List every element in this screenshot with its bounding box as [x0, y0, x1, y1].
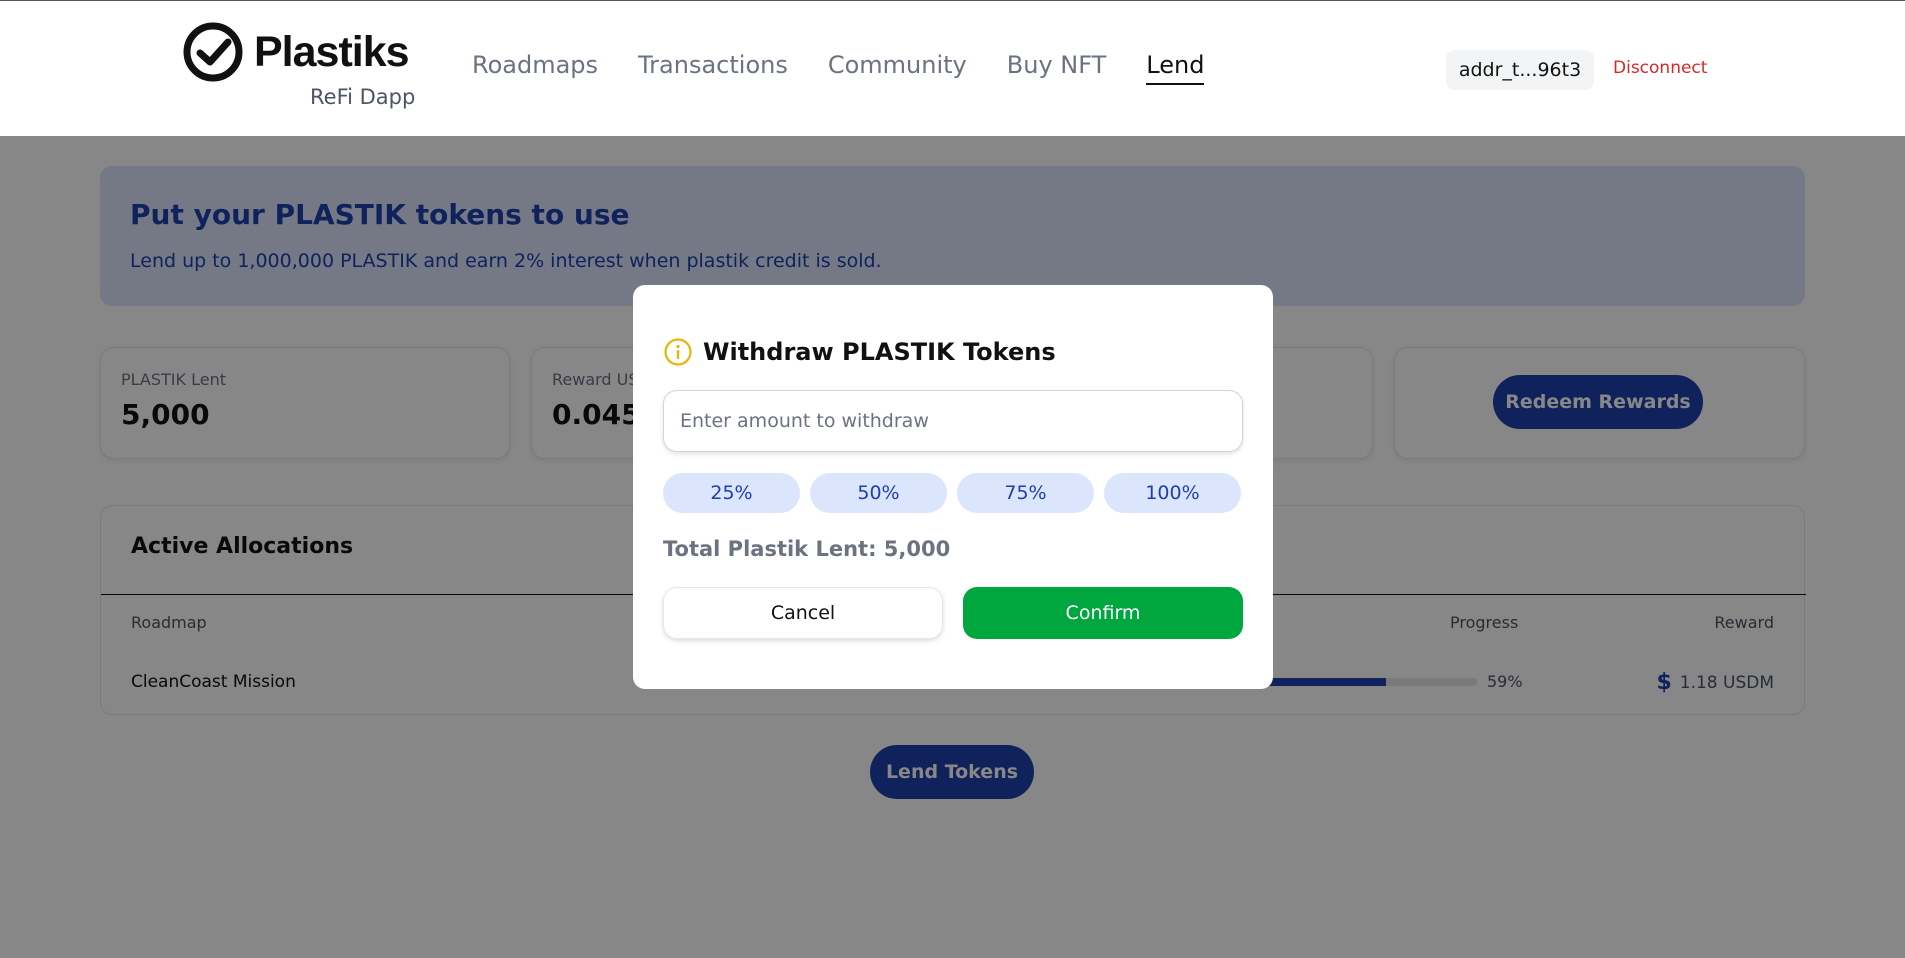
nav-buy-nft[interactable]: Buy NFT — [1007, 51, 1107, 85]
percent-25-button[interactable]: 25% — [663, 473, 800, 513]
nav-roadmaps[interactable]: Roadmaps — [472, 51, 598, 85]
modal-header: Withdraw PLASTIK Tokens — [663, 337, 1056, 367]
percent-50-button[interactable]: 50% — [810, 473, 947, 513]
brand-logo[interactable]: Plastiks — [182, 21, 410, 83]
main-nav: Roadmaps Transactions Community Buy NFT … — [472, 51, 1205, 85]
total-lent-text: Total Plastik Lent: 5,000 — [663, 537, 951, 561]
withdraw-modal: Withdraw PLASTIK Tokens 25% 50% 75% 100%… — [633, 285, 1273, 689]
info-icon — [664, 338, 692, 366]
wallet-address[interactable]: addr_t...96t3 — [1446, 50, 1594, 90]
modal-title: Withdraw PLASTIK Tokens — [703, 338, 1056, 366]
nav-lend[interactable]: Lend — [1146, 51, 1205, 85]
withdraw-amount-input[interactable] — [663, 390, 1243, 452]
confirm-button[interactable]: Confirm — [963, 587, 1243, 639]
top-navbar: Plastiks ReFi Dapp Roadmaps Transactions… — [0, 0, 1905, 136]
disconnect-button[interactable]: Disconnect — [1613, 58, 1707, 78]
brand-name: Plastiks — [254, 27, 410, 76]
brand-subtitle: ReFi Dapp — [310, 85, 416, 109]
percent-100-button[interactable]: 100% — [1104, 473, 1241, 513]
percent-options: 25% 50% 75% 100% — [663, 473, 1241, 513]
nav-community[interactable]: Community — [828, 51, 967, 85]
cancel-button[interactable]: Cancel — [663, 587, 943, 639]
nav-transactions[interactable]: Transactions — [638, 51, 788, 85]
plastiks-logo-icon — [183, 22, 243, 82]
percent-75-button[interactable]: 75% — [957, 473, 1094, 513]
